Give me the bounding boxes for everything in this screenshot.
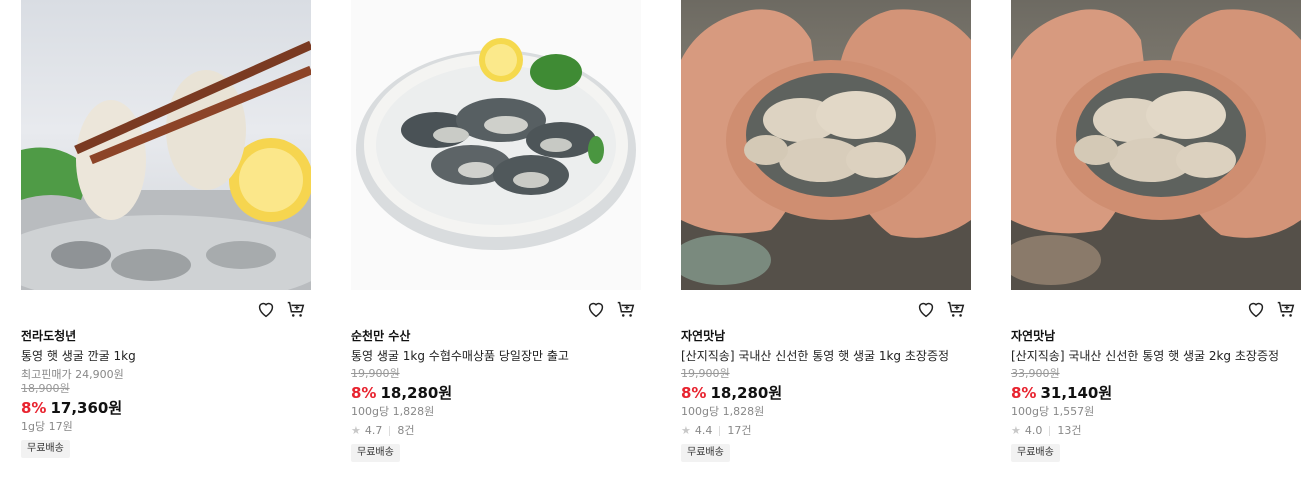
original-price: 19,900원: [351, 367, 400, 380]
free-shipping-badge: 무료배송: [21, 440, 70, 458]
product-title[interactable]: 통영 생굴 1kg 수협수매상품 당일장만 출고: [351, 348, 641, 364]
free-shipping-badge: 무료배송: [681, 444, 730, 462]
rating-row: ★ 4.4 17건: [681, 424, 971, 438]
heart-icon[interactable]: [915, 298, 937, 320]
price-row: 8% 31,140원: [1011, 383, 1301, 403]
unit-price: 100g당 1,828원: [681, 405, 765, 418]
discount-rate: 8%: [351, 384, 377, 402]
rating-row: ★ 4.0 13건: [1011, 424, 1301, 438]
product-image[interactable]: [1011, 0, 1301, 290]
seller-name[interactable]: 자연맛남: [1011, 328, 1301, 344]
card-actions: [21, 290, 311, 328]
lowest-price-label: 최고핀매가 24,900원: [21, 368, 124, 381]
cart-icon[interactable]: [285, 298, 307, 320]
original-price: 18,900원: [21, 382, 70, 395]
unit-price: 100g당 1,828원: [351, 405, 435, 418]
free-shipping-badge: 무료배송: [1011, 444, 1060, 462]
divider: [389, 426, 391, 436]
product-image[interactable]: [681, 0, 971, 290]
star-icon: ★: [351, 424, 361, 437]
heart-icon[interactable]: [255, 298, 277, 320]
sale-price: 18,280원: [710, 384, 783, 402]
product-card[interactable]: 순천만 수산 통영 생굴 1kg 수협수매상품 당일장만 출고 19,900원 …: [351, 0, 641, 462]
product-image[interactable]: [351, 0, 641, 290]
rating-score: 4.7: [364, 424, 383, 437]
heart-icon[interactable]: [1245, 298, 1267, 320]
sale-price: 18,280원: [380, 384, 453, 402]
review-count[interactable]: 13건: [1057, 424, 1081, 438]
card-actions: [1011, 290, 1301, 328]
divider: [1049, 426, 1051, 436]
product-card[interactable]: 전라도청년 통영 햇 생굴 깐굴 1kg 최고핀매가 24,900원 18,90…: [21, 0, 311, 458]
rating-row: ★ 4.7 8건: [351, 424, 641, 438]
original-price: 19,900원: [681, 367, 730, 380]
review-count[interactable]: 8건: [397, 424, 414, 438]
card-actions: [681, 290, 971, 328]
review-count[interactable]: 17건: [727, 424, 751, 438]
product-title[interactable]: [산지직송] 국내산 신선한 통영 햇 생굴 2kg 초장증정: [1011, 348, 1301, 364]
cart-icon[interactable]: [945, 298, 967, 320]
cart-icon[interactable]: [1275, 298, 1297, 320]
heart-icon[interactable]: [585, 298, 607, 320]
unit-price: 100g당 1,557원: [1011, 405, 1095, 418]
seller-name[interactable]: 전라도청년: [21, 328, 311, 344]
price-row: 8% 18,280원: [681, 383, 971, 403]
product-title[interactable]: 통영 햇 생굴 깐굴 1kg: [21, 348, 311, 364]
card-actions: [351, 290, 641, 328]
sale-price: 31,140원: [1040, 384, 1113, 402]
price-row: 8% 17,360원: [21, 398, 311, 418]
product-card[interactable]: 자연맛남 [산지직송] 국내산 신선한 통영 햇 생굴 2kg 초장증정 33,…: [1011, 0, 1301, 462]
discount-rate: 8%: [1011, 384, 1037, 402]
original-price: 33,900원: [1011, 367, 1060, 380]
rating-score: 4.4: [694, 424, 713, 437]
product-image[interactable]: [21, 0, 311, 290]
price-row: 8% 18,280원: [351, 383, 641, 403]
seller-name[interactable]: 순천만 수산: [351, 328, 641, 344]
rating-score: 4.0: [1024, 424, 1043, 437]
sale-price: 17,360원: [50, 399, 123, 417]
divider: [719, 426, 721, 436]
cart-icon[interactable]: [615, 298, 637, 320]
star-icon: ★: [1011, 424, 1021, 437]
discount-rate: 8%: [681, 384, 707, 402]
product-title[interactable]: [산지직송] 국내산 신선한 통영 햇 생굴 1kg 초장증정: [681, 348, 971, 364]
unit-price: 1g당 17원: [21, 420, 73, 433]
star-icon: ★: [681, 424, 691, 437]
product-card[interactable]: 자연맛남 [산지직송] 국내산 신선한 통영 햇 생굴 1kg 초장증정 19,…: [681, 0, 971, 462]
discount-rate: 8%: [21, 399, 47, 417]
seller-name[interactable]: 자연맛남: [681, 328, 971, 344]
free-shipping-badge: 무료배송: [351, 444, 400, 462]
